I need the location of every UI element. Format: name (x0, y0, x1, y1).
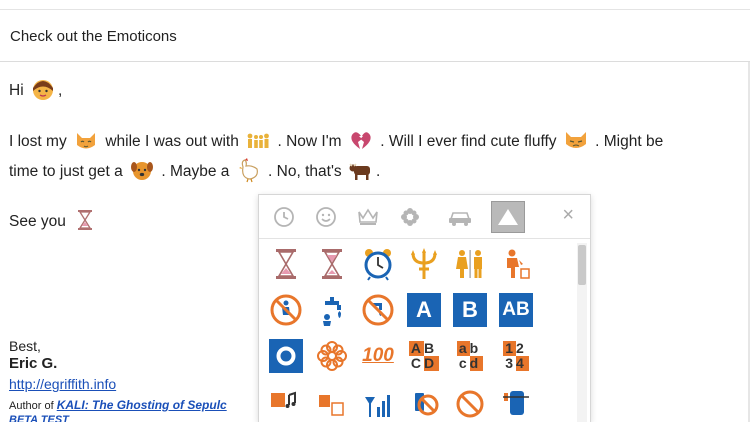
blood-type-a-icon[interactable]: A (405, 291, 443, 329)
abcd-upper-box: AB CD (408, 340, 440, 371)
girl-emoji-icon (30, 76, 56, 102)
greeting-text: Hi (9, 82, 24, 100)
ox-emoji-icon (348, 157, 374, 183)
abcd-lower-top: ab (456, 340, 484, 356)
cat-face-emoji-icon (563, 127, 589, 153)
no-pedestrians-icon[interactable] (497, 383, 535, 421)
tab-crown-icon[interactable] (351, 201, 385, 233)
input-latin-lowercase-icon[interactable]: ab cd (451, 337, 489, 375)
signal-bars-icon[interactable] (359, 383, 397, 421)
tab-car-icon[interactable] (443, 201, 477, 233)
abcd-upper-top: AB (408, 340, 440, 356)
book-title-link[interactable]: KALI: The Ghosting of Sepulc (57, 398, 227, 412)
restroom-icon[interactable] (451, 245, 489, 283)
signature-closing: Best, (9, 338, 41, 354)
close-icon[interactable]: × (562, 205, 574, 225)
broken-heart-emoji-icon (348, 127, 374, 153)
no-mobile-phones-icon[interactable] (405, 383, 443, 421)
greeting-comma: , (57, 82, 63, 100)
abcd-lower-box: ab cd (456, 340, 484, 371)
hourglass-icon[interactable] (267, 245, 305, 283)
blood-type-ab-label: AB (499, 293, 533, 327)
text-segment: . No, that's (268, 163, 342, 181)
abc-icon[interactable] (313, 383, 351, 421)
picker-scroll-thumb[interactable] (578, 245, 586, 285)
tab-flower-icon[interactable] (393, 201, 427, 233)
text-segment: . Might be (595, 133, 664, 151)
text-segment: . Now I'm (277, 133, 342, 151)
tab-clock-icon[interactable] (267, 201, 301, 233)
blood-type-o-icon[interactable] (267, 337, 305, 375)
input-symbols-icon[interactable] (267, 383, 305, 421)
greeting-line: Hi , (9, 80, 62, 102)
dog-emoji-icon (129, 157, 155, 183)
author-prefix: Author of (9, 400, 54, 412)
hourglass-emoji-icon (72, 207, 98, 233)
subject-field[interactable]: Check out the Emoticons (0, 11, 750, 62)
top-strip (0, 0, 750, 10)
text-segment: . (375, 163, 381, 181)
blood-type-ab-icon[interactable]: AB (497, 291, 535, 329)
text-segment: . Will I ever find cute fluffy (380, 133, 557, 151)
family-emoji-icon (245, 127, 271, 153)
signature-link[interactable]: http://egriffith.info (9, 376, 116, 392)
signature-author-line: Author of KALI: The Ghosting of Sepulc (9, 398, 227, 412)
blood-type-o-box (269, 339, 303, 373)
subject-text: Check out the Emoticons (10, 27, 177, 45)
blood-type-a-label: A (407, 293, 441, 327)
signature-name: Eric G. (9, 355, 58, 372)
numbers-top: 12 (503, 340, 529, 356)
rooster-emoji-icon (236, 157, 262, 183)
blood-type-b-label: B (453, 293, 487, 327)
cat-emoji-icon (73, 127, 99, 153)
no-entry-sign-icon[interactable] (451, 383, 489, 421)
text-segment: . Maybe a (161, 163, 230, 181)
potable-water-icon[interactable] (313, 291, 351, 329)
non-potable-water-icon[interactable] (359, 291, 397, 329)
picker-tab-bar: × (259, 195, 590, 239)
alarm-clock-icon[interactable] (359, 245, 397, 283)
text-segment: while I was out with (105, 133, 239, 151)
text-segment: time to just get a (9, 163, 123, 181)
abcd-lower-bottom: cd (456, 355, 484, 371)
tab-smiley-icon[interactable] (309, 201, 343, 233)
input-latin-uppercase-icon[interactable]: AB CD (405, 337, 443, 375)
signature-partial-line[interactable]: BETA TEST (9, 414, 69, 422)
hundred-points-label: 100 (362, 345, 394, 366)
text-segment: See you (9, 213, 66, 231)
hundred-points-icon[interactable]: 100 (359, 337, 397, 375)
hourglass-flowing-icon[interactable] (313, 245, 351, 283)
blood-type-b-icon[interactable]: B (451, 291, 489, 329)
put-litter-icon[interactable] (497, 245, 535, 283)
tab-symbols-icon[interactable] (491, 201, 525, 233)
trident-icon[interactable] (405, 245, 443, 283)
input-numbers-icon[interactable]: 12 34 (497, 337, 535, 375)
numbers-bottom: 34 (503, 355, 529, 371)
body-line-1: I lost my while I was out with . Now I'm… (9, 131, 663, 153)
text-segment: I lost my (9, 133, 67, 151)
no-littering-icon[interactable] (267, 291, 305, 329)
numbers-box: 12 34 (503, 341, 529, 371)
abcd-upper-bottom: CD (408, 355, 440, 371)
emoji-picker: × A B AB 100 AB CD ab cd 12 34 (258, 194, 591, 422)
white-flower-icon[interactable] (313, 337, 351, 375)
body-line-2: time to just get a . Maybe a . No, that'… (9, 158, 381, 183)
body-line-3: See you (9, 210, 100, 233)
